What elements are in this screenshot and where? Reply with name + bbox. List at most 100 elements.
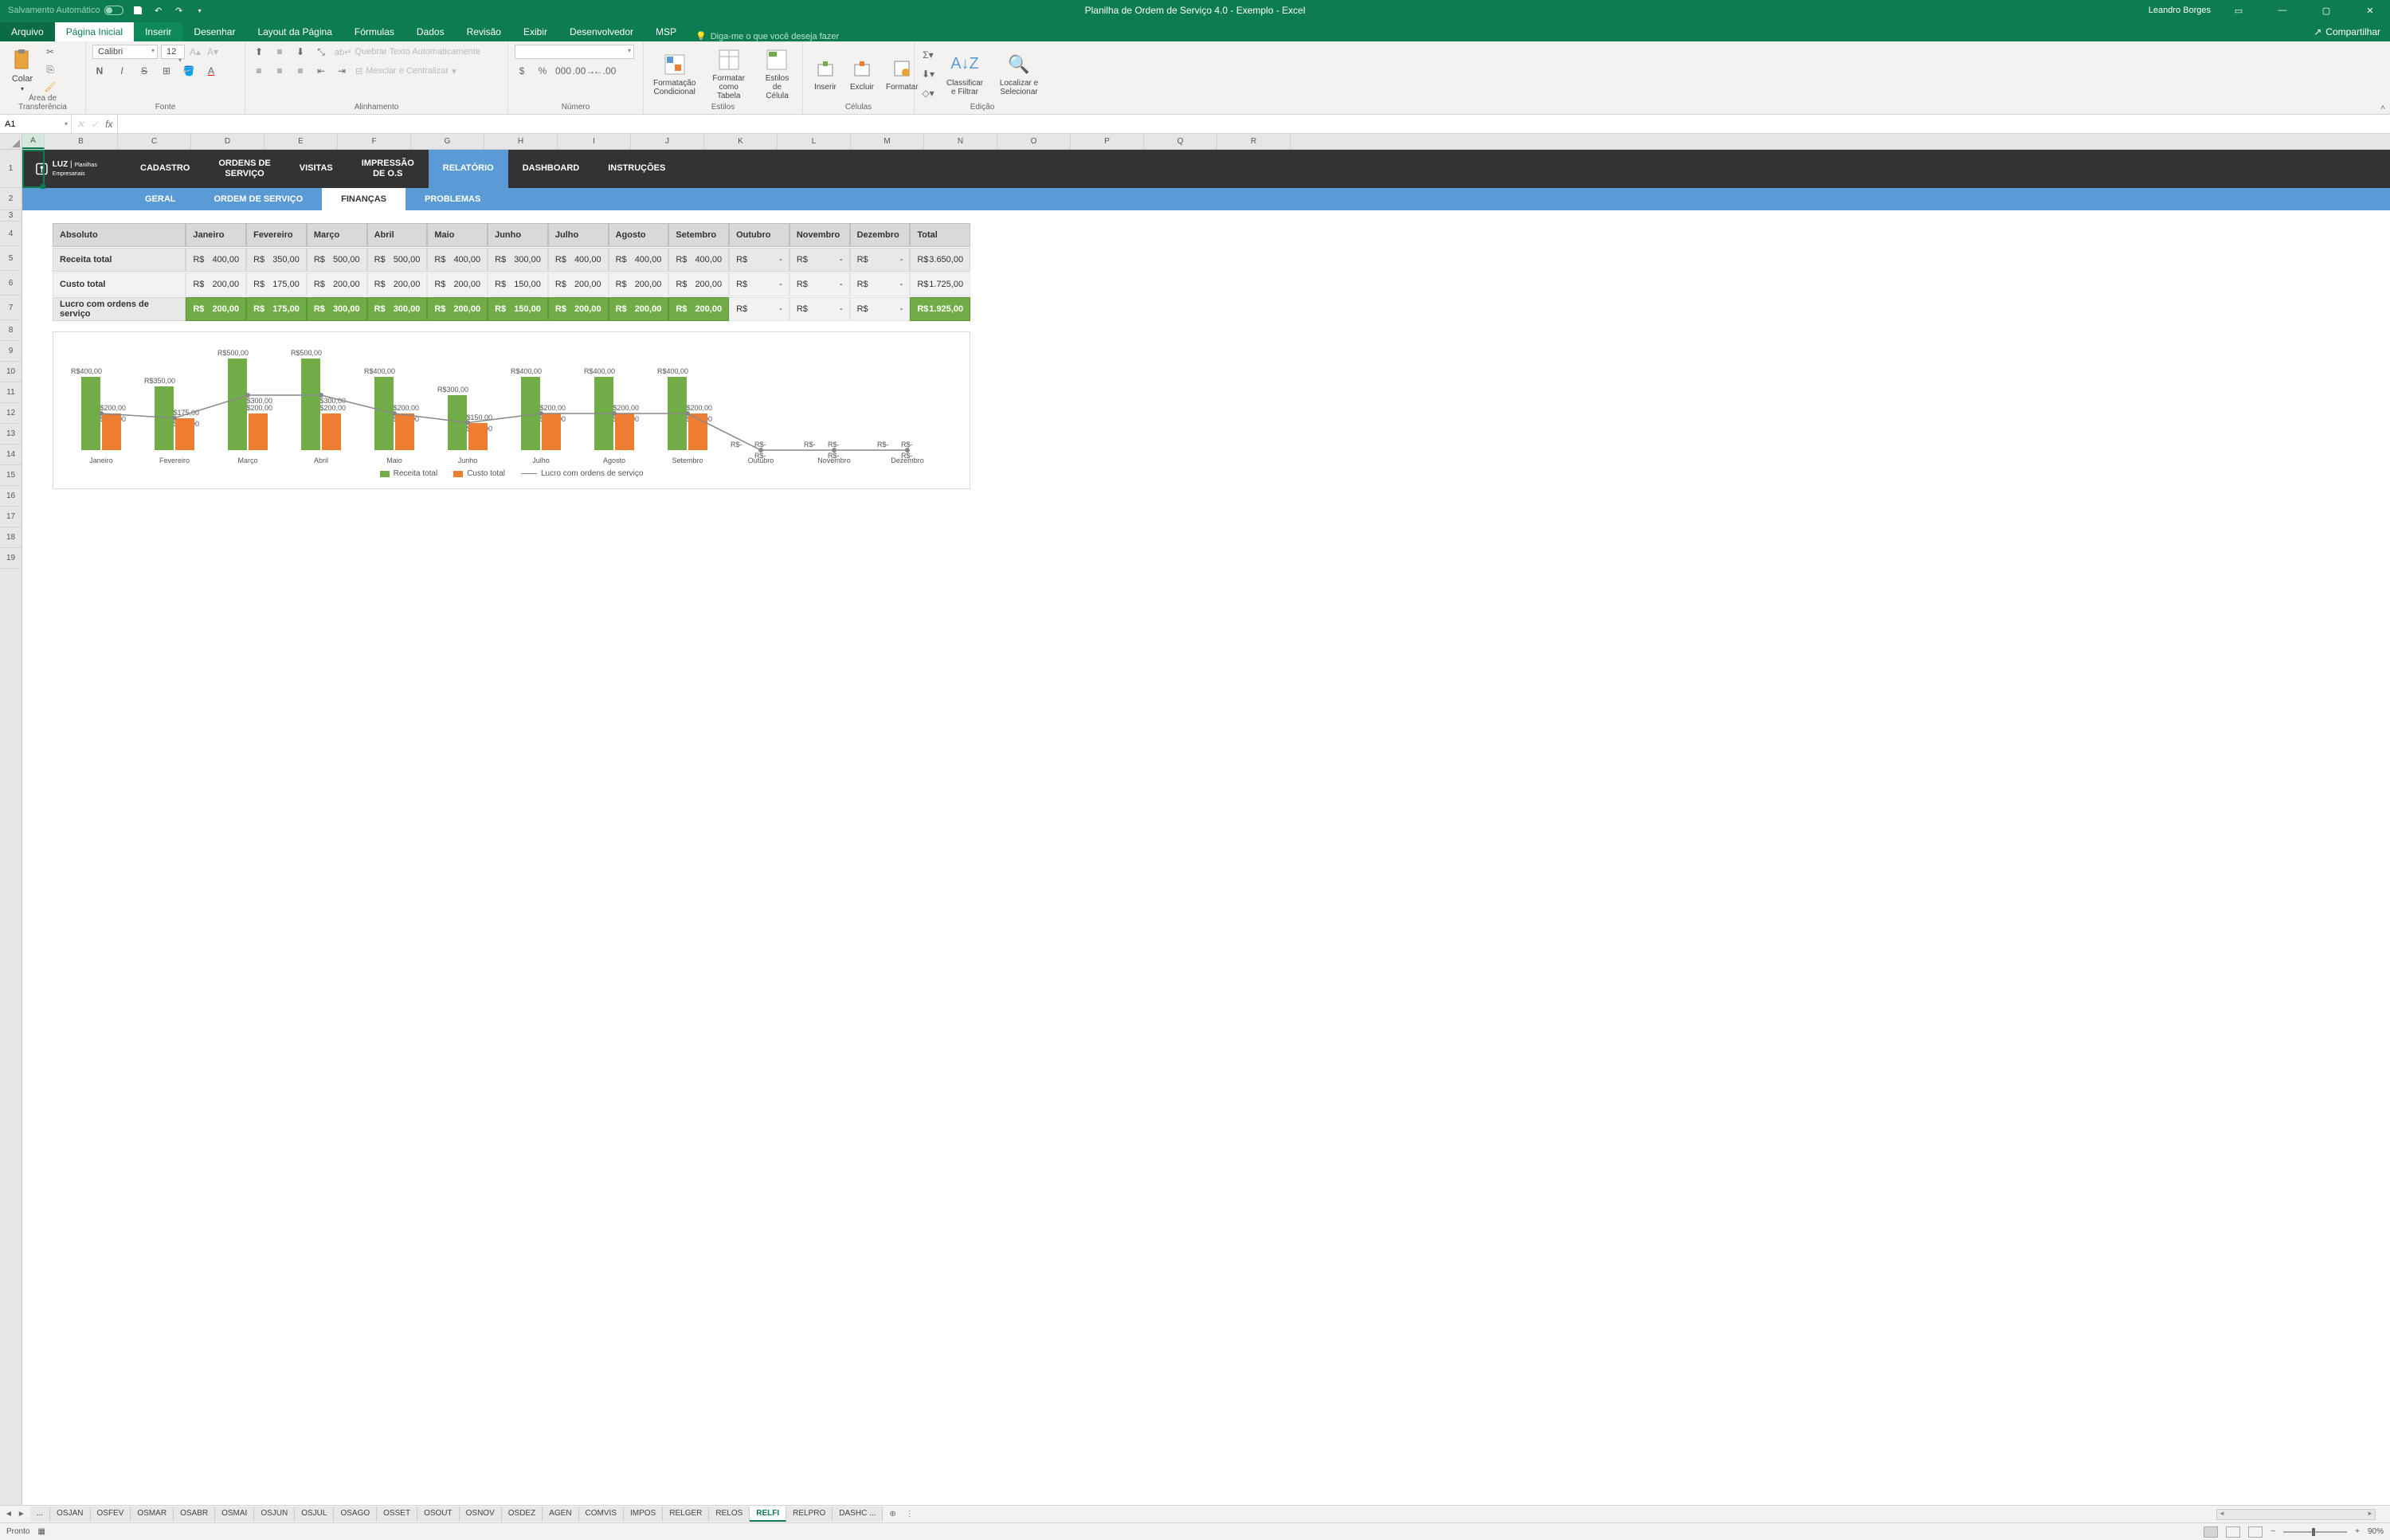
sheet-tab[interactable]: DASHC ... <box>833 1507 883 1522</box>
col-header[interactable]: O <box>997 134 1071 149</box>
save-icon[interactable] <box>131 4 144 17</box>
row-header[interactable]: 2 <box>0 188 22 210</box>
align-center-icon[interactable]: ≡ <box>272 64 287 78</box>
fill-icon[interactable]: ⬇▾ <box>921 67 935 81</box>
grow-font-icon[interactable]: A▴ <box>188 45 202 59</box>
clear-icon[interactable]: ◇▾ <box>921 86 935 100</box>
col-header[interactable]: M <box>851 134 924 149</box>
tab-dev[interactable]: Desenvolvedor <box>558 22 645 41</box>
cond-format-button[interactable]: Formatação Condicional <box>650 50 699 98</box>
dec-dec-icon[interactable]: ←.00 <box>598 64 612 78</box>
col-header[interactable]: P <box>1071 134 1144 149</box>
sheet-tab[interactable]: OSMAR <box>131 1507 174 1522</box>
col-header[interactable]: C <box>118 134 191 149</box>
tab-layout[interactable]: Layout da Página <box>246 22 343 41</box>
sheet-next-icon[interactable]: ► <box>18 1510 25 1518</box>
row-header[interactable]: 6 <box>0 271 22 296</box>
tab-home[interactable]: Página Inicial <box>55 22 134 41</box>
user-name[interactable]: Leandro Borges <box>2149 6 2211 15</box>
indent-inc-icon[interactable]: ⇥ <box>335 64 349 78</box>
maximize-icon[interactable]: ▢ <box>2310 0 2342 21</box>
macro-rec-icon[interactable]: ▦ <box>37 1527 45 1536</box>
cell-styles-button[interactable]: Estilos de Célula <box>758 45 796 102</box>
col-header[interactable]: F <box>338 134 411 149</box>
cut-icon[interactable]: ✂ <box>43 45 57 59</box>
nav-item[interactable]: INSTRUÇÕES <box>594 150 680 188</box>
enter-formula-icon[interactable]: ✓ <box>91 119 99 130</box>
copy-icon[interactable]: ⎘ <box>43 62 57 76</box>
sheet-tab[interactable]: IMPOS <box>624 1507 663 1522</box>
row-header[interactable]: 9 <box>0 341 22 362</box>
collapse-ribbon-icon[interactable]: ˄ <box>2380 104 2385 112</box>
col-header[interactable]: B <box>45 134 118 149</box>
tab-insert[interactable]: Inserir <box>134 22 182 41</box>
zoom-slider[interactable] <box>2283 1531 2347 1533</box>
col-header[interactable]: Q <box>1144 134 1217 149</box>
subnav-item[interactable]: ORDEM DE SERVIÇO <box>195 188 323 210</box>
tab-data[interactable]: Dados <box>406 22 456 41</box>
h-scrollbar[interactable] <box>2216 1509 2376 1520</box>
tab-view[interactable]: Exibir <box>512 22 558 41</box>
sheet-tab[interactable]: RELGER <box>663 1507 709 1522</box>
col-header[interactable]: E <box>264 134 338 149</box>
sheet-tab[interactable]: OSJUN <box>254 1507 295 1522</box>
merge-center[interactable]: ⊟ Mesclar e Centralizar ▾ <box>355 66 456 76</box>
nav-item[interactable]: VISITAS <box>285 150 347 188</box>
col-header[interactable]: R <box>1217 134 1291 149</box>
row-header[interactable]: 16 <box>0 486 22 507</box>
shrink-font-icon[interactable]: A▾ <box>206 45 220 59</box>
sheet-tab[interactable]: OSOUT <box>417 1507 460 1522</box>
col-header[interactable]: G <box>411 134 484 149</box>
col-header[interactable]: L <box>778 134 851 149</box>
new-sheet-icon[interactable]: ⊕ <box>883 1510 902 1518</box>
sheet-prev-icon[interactable]: ◄ <box>5 1510 13 1518</box>
font-size[interactable]: 12 <box>161 45 185 59</box>
inc-dec-icon[interactable]: .00→ <box>577 64 591 78</box>
insert-cells-button[interactable]: Inserir <box>809 54 841 93</box>
currency-icon[interactable]: $ <box>515 64 529 78</box>
italic-icon[interactable]: I <box>115 64 129 78</box>
row-header[interactable]: 12 <box>0 403 22 424</box>
percent-icon[interactable]: % <box>535 64 550 78</box>
row-header[interactable]: 18 <box>0 527 22 548</box>
align-top-icon[interactable]: ⬆ <box>252 45 266 59</box>
sheet-tab[interactable]: OSFEV <box>91 1507 131 1522</box>
sheet-tab[interactable]: OSSET <box>377 1507 417 1522</box>
sheet-tab[interactable]: OSJAN <box>50 1507 90 1522</box>
view-normal-icon[interactable] <box>2204 1526 2218 1538</box>
row-header[interactable]: 19 <box>0 548 22 569</box>
fx-icon[interactable]: fx <box>105 119 112 130</box>
font-name[interactable]: Calibri <box>92 45 158 59</box>
row-header[interactable]: 3 <box>0 210 22 221</box>
sheet-tab[interactable]: RELPRO <box>786 1507 833 1522</box>
format-painter-icon[interactable]: 🖌 <box>43 80 57 94</box>
row-header[interactable]: 7 <box>0 296 22 320</box>
row-header[interactable]: 5 <box>0 246 22 271</box>
sheet-tab[interactable]: OSNOV <box>460 1507 502 1522</box>
align-right-icon[interactable]: ≡ <box>293 64 308 78</box>
share-button[interactable]: ↗ Compartilhar <box>2304 22 2390 41</box>
row-header[interactable]: 8 <box>0 320 22 341</box>
nav-item[interactable]: RELATÓRIO <box>429 150 508 188</box>
row-header[interactable]: 15 <box>0 465 22 486</box>
col-header[interactable]: N <box>924 134 997 149</box>
nav-item[interactable]: DASHBOARD <box>508 150 594 188</box>
border-icon[interactable]: ⊞ <box>159 64 174 78</box>
nav-item[interactable]: IMPRESSÃODE O.S <box>347 150 429 188</box>
subnav-item[interactable]: PROBLEMAS <box>406 188 500 210</box>
row-header[interactable]: 1 <box>0 150 22 188</box>
sheet-tab[interactable]: OSDEZ <box>502 1507 543 1522</box>
font-color-icon[interactable]: A <box>204 64 218 78</box>
fill-color-icon[interactable]: 🪣 <box>182 64 196 78</box>
chart[interactable]: R$400,00R$200,00R$200,00JaneiroR$350,00R… <box>53 331 970 489</box>
col-header[interactable]: D <box>191 134 264 149</box>
tab-msp[interactable]: MSP <box>645 22 688 41</box>
select-all-corner[interactable] <box>0 134 22 150</box>
indent-dec-icon[interactable]: ⇤ <box>314 64 328 78</box>
row-header[interactable]: 14 <box>0 445 22 465</box>
view-break-icon[interactable] <box>2248 1526 2263 1538</box>
sheet-tab[interactable]: OSMAI <box>215 1507 254 1522</box>
align-mid-icon[interactable]: ≡ <box>272 45 287 59</box>
minimize-icon[interactable]: — <box>2267 0 2298 21</box>
tell-me[interactable]: 💡 Diga-me o que você deseja fazer <box>688 31 839 41</box>
